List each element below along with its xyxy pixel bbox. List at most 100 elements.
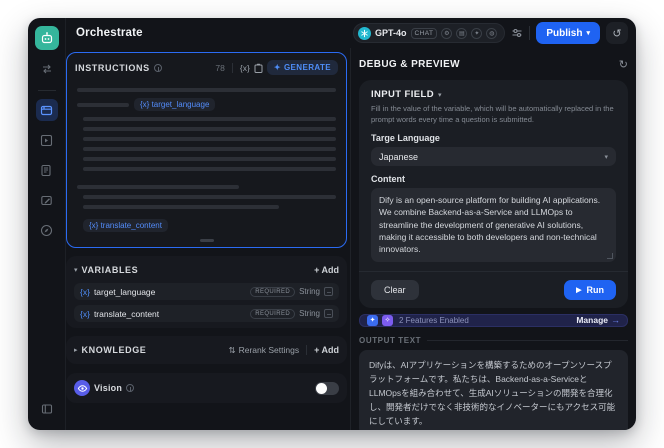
target-language-select[interactable]: Japanese ▾ [371, 147, 616, 166]
variable-chip-translate-content[interactable]: {x} translate_content [83, 219, 168, 232]
knowledge-divider [306, 345, 308, 355]
info-icon [126, 384, 135, 392]
target-language-value: Japanese [379, 151, 419, 162]
collapse-sidebar-icon[interactable] [36, 398, 58, 420]
required-badge: REQUIRED [250, 286, 296, 297]
chevron-down-icon: ▾ [74, 267, 78, 274]
model-selector[interactable]: GPT-4o CHAT ⚙ ▤ ✦ ◍ [353, 23, 506, 43]
orchestrate-column: INSTRUCTIONS 78 {x} ✦ GENERATE {x} targe… [66, 48, 351, 430]
restart-icon[interactable]: ↻ [619, 58, 628, 71]
redacted-text-line [83, 137, 336, 141]
input-field-title: INPUT FIELD [371, 89, 434, 100]
variable-name: translate_content [93, 308, 160, 319]
manage-label: Manage [576, 315, 608, 326]
variable-row-target-language[interactable]: {x} target_language REQUIRED String [74, 283, 339, 300]
main-area: Orchestrate GPT-4o CHAT ⚙ ▤ ✦ ◍ Publish … [66, 18, 636, 430]
info-icon [153, 63, 162, 72]
knowledge-header[interactable]: ▸ KNOWLEDGE ⇅ Rerank Settings + Add [74, 342, 339, 358]
vision-section: Vision [66, 373, 347, 403]
string-type-icon [324, 309, 333, 318]
openai-logo-icon [358, 26, 372, 40]
variable-name: target_language [93, 286, 156, 297]
redacted-text-line [77, 185, 239, 189]
nav-preview-icon[interactable] [36, 129, 58, 151]
variables-header[interactable]: ▾ VARIABLES + Add [74, 262, 339, 278]
chevron-down-icon: ▾ [437, 91, 442, 99]
string-type-icon [324, 287, 333, 296]
arrow-right-icon: → [611, 315, 620, 326]
content-textarea[interactable]: Dify is an open-source platform for buil… [371, 188, 616, 262]
copy-icon[interactable] [254, 63, 263, 73]
input-field-card: INPUT FIELD ▾ Fill in the value of the v… [359, 80, 628, 308]
nav-logs-icon[interactable] [36, 159, 58, 181]
debug-title: DEBUG & PREVIEW [359, 59, 461, 70]
output-header: OUTPUT TEXT [359, 336, 628, 345]
version-history-button[interactable]: ↺ [606, 22, 628, 44]
content-value: Dify is an open-source platform for buil… [379, 195, 601, 255]
nav-monitoring-icon[interactable] [36, 219, 58, 241]
required-badge: REQUIRED [250, 308, 296, 319]
app-window: Orchestrate GPT-4o CHAT ⚙ ▤ ✦ ◍ Publish … [28, 18, 636, 430]
redacted-line-with-chip: {x} target_language [77, 98, 336, 111]
variables-section: ▾ VARIABLES + Add {x} target_language RE… [66, 256, 347, 328]
eye-icon [74, 380, 90, 396]
output-title: OUTPUT TEXT [359, 335, 422, 345]
screenshot-stage: Orchestrate GPT-4o CHAT ⚙ ▤ ✦ ◍ Publish … [0, 0, 664, 448]
nav-orchestrate-icon[interactable] [35, 99, 58, 121]
capability-web-icon: ⚙ [441, 27, 453, 39]
sparkle-icon: ✦ [273, 63, 281, 72]
feature-more-like-this-icon: ✧ [382, 314, 393, 326]
instructions-body[interactable]: {x} target_language {x} translate_conten… [67, 80, 346, 247]
rerank-settings-button[interactable]: ⇅ Rerank Settings [228, 345, 299, 356]
rerank-label: Rerank Settings [238, 345, 300, 355]
capability-vision-icon: ◍ [486, 27, 498, 39]
resize-corner-icon[interactable] [607, 252, 613, 259]
redacted-text-line [77, 88, 336, 92]
variable-type: String [299, 309, 320, 318]
features-enabled-bar[interactable]: ✦ ✧ 2 Features Enabled Manage → [359, 313, 628, 327]
publish-button[interactable]: Publish ▾ [536, 22, 600, 44]
model-parameters-icon[interactable] [511, 27, 523, 39]
variable-chip-target-language[interactable]: {x} target_language [134, 98, 216, 111]
topbar: Orchestrate GPT-4o CHAT ⚙ ▤ ✦ ◍ Publish … [66, 18, 636, 48]
output-text: Difyは、AIアプリケーションを構築するためのオープンソースプラットフォームで… [359, 349, 628, 430]
redacted-text-line [83, 167, 336, 171]
robot-icon [41, 32, 52, 44]
instructions-panel[interactable]: INSTRUCTIONS 78 {x} ✦ GENERATE {x} targe… [66, 52, 347, 248]
nav-annotation-icon[interactable] [36, 189, 58, 211]
app-robot-icon[interactable] [34, 26, 59, 50]
char-count: 78 [215, 62, 225, 73]
model-name: GPT-4o [375, 28, 407, 38]
feature-sparkle-icon: ✦ [367, 314, 378, 326]
generate-button[interactable]: ✦ GENERATE [266, 60, 338, 75]
vision-toggle[interactable] [315, 381, 339, 395]
resize-drag-handle[interactable] [199, 239, 214, 242]
manage-features-button[interactable]: Manage → [576, 315, 620, 325]
output-divider [427, 339, 628, 341]
toolbar-divider [231, 62, 233, 73]
variables-title: VARIABLES [81, 265, 139, 275]
page-title: Orchestrate [76, 27, 143, 39]
run-button[interactable]: ▶ Run [564, 279, 616, 300]
insert-variable-icon[interactable]: {x} [240, 63, 250, 73]
rerank-icon: ⇅ [228, 344, 236, 355]
clear-button[interactable]: Clear [371, 279, 419, 300]
add-variable-button[interactable]: + Add [314, 265, 339, 275]
model-swap-icon[interactable] [36, 58, 58, 80]
card-divider [359, 270, 628, 272]
add-knowledge-button[interactable]: + Add [314, 345, 339, 355]
content: INSTRUCTIONS 78 {x} ✦ GENERATE {x} targe… [66, 48, 636, 430]
redacted-text-line [83, 157, 336, 161]
redacted-text-line [83, 205, 279, 209]
capability-tool-icon: ✦ [471, 27, 483, 39]
variable-row-translate-content[interactable]: {x} translate_content REQUIRED String [74, 305, 339, 322]
redacted-text-line [83, 147, 336, 151]
left-rail [28, 18, 66, 430]
input-field-header[interactable]: INPUT FIELD ▾ [371, 89, 616, 100]
chevron-down-icon: ▾ [586, 30, 590, 37]
generate-label: GENERATE [283, 63, 331, 72]
play-icon: ▶ [576, 286, 582, 294]
knowledge-title: KNOWLEDGE [81, 345, 147, 355]
action-buttons-row: Clear ▶ Run [371, 279, 616, 300]
vision-label: Vision [94, 383, 123, 393]
